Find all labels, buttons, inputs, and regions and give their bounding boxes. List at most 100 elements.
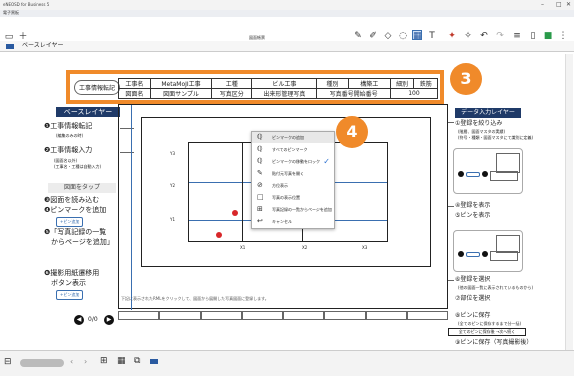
highlighter-icon[interactable]: ✐ xyxy=(368,31,378,41)
menu-item-add-pin[interactable]: ℚ ピンマークの追加 xyxy=(252,132,334,143)
tap-item-1: ❸図面を読み込む xyxy=(44,196,100,204)
minimize-button[interactable]: – xyxy=(541,2,544,8)
page-slider[interactable] xyxy=(20,359,64,367)
save-all-pins-button[interactable]: 全てのピンに保存後 →次へ続く xyxy=(448,328,526,336)
stamp-icon[interactable]: ✦ xyxy=(447,31,457,41)
prev-page-button[interactable]: ◀ xyxy=(74,315,84,325)
redo-icon[interactable]: ↷ xyxy=(495,31,505,41)
cell[interactable]: 図面サンプル xyxy=(149,88,213,99)
cell[interactable]: 100 xyxy=(389,88,439,99)
page-indicator: 0/0 xyxy=(88,316,98,323)
shape-icon[interactable]: ▦ xyxy=(412,30,422,41)
right-scrollbar[interactable] xyxy=(565,54,573,350)
mini-table xyxy=(496,153,520,173)
mini-button xyxy=(458,251,464,257)
thumbnail-icon[interactable]: ⊟ xyxy=(4,357,12,367)
context-menu: ℚ ピンマークの追加 ℚ すべてのピンマーク ℚ ピンマークの移動をロック ✓ ✎ 貼付… xyxy=(251,131,335,229)
tab-denshi-kokuban[interactable]: 電子黒板 xyxy=(3,11,19,15)
pin-icon: ℚ xyxy=(257,133,263,141)
text-icon[interactable]: T xyxy=(427,31,437,41)
info-transfer-label: 工事情報転記 xyxy=(79,85,116,92)
cell: 写真区分 xyxy=(211,88,253,99)
pin-marker[interactable] xyxy=(232,210,238,216)
right-item-6: ⑥登録を選択 xyxy=(455,276,491,283)
next-icon[interactable]: › xyxy=(84,357,87,366)
menu-item-cancel[interactable]: ↩ キャンセル xyxy=(252,216,334,227)
grid-x1 xyxy=(242,142,243,242)
menu-item-photo-position[interactable]: □ 写真の表示位置 xyxy=(252,192,334,203)
menu-item-all-pins[interactable]: ℚ すべてのピンマーク xyxy=(252,144,334,155)
footer-cell xyxy=(241,311,283,320)
footer-cell xyxy=(200,311,242,320)
axis-label-y1: Y1 xyxy=(170,217,175,222)
right-item-6-sub: (他の図面一覧に表示されているものから) xyxy=(458,285,534,290)
cell: 工事名 xyxy=(118,78,151,89)
page-icon[interactable]: ▯ xyxy=(528,31,538,41)
maximize-button[interactable]: □ xyxy=(556,2,562,8)
next-page-button[interactable]: ▶ xyxy=(104,315,114,325)
check-icon: ✓ xyxy=(323,157,330,166)
layer-name[interactable]: ベースレイヤー xyxy=(22,43,64,49)
menu-item-lock-pin[interactable]: ℚ ピンマークの移動をロック ✓ xyxy=(252,156,334,167)
mini-field xyxy=(490,251,518,261)
mini-button xyxy=(482,171,488,177)
tab-bar: 電子黒板 xyxy=(0,10,574,17)
cell: 図面名 xyxy=(118,88,151,99)
close-button[interactable]: ✕ xyxy=(566,2,571,8)
cell: 種別 xyxy=(316,78,349,89)
mini-field xyxy=(490,171,518,181)
right-item-7: ⑦部位を選択 xyxy=(455,295,491,302)
copy-icon[interactable]: ⧉ xyxy=(134,356,140,366)
connector-line xyxy=(448,206,454,207)
layers-icon[interactable]: ≡ xyxy=(512,31,522,41)
menu-item-add-page[interactable]: ⊞ 写真記録の一覧からページを追加 xyxy=(252,204,334,215)
footer-table xyxy=(118,311,448,320)
guide-line xyxy=(131,105,132,310)
color-icon[interactable]: ■ xyxy=(543,31,553,41)
cell[interactable]: ビル工事 xyxy=(251,78,318,89)
more-icon[interactable]: ⋮ xyxy=(558,31,568,41)
right-item-1-sub2: (符号・種類・図面マスタにて識別に定義) xyxy=(458,135,534,140)
connector-line xyxy=(448,122,454,123)
add-pin-button[interactable]: +ピン追加 xyxy=(56,217,84,227)
axis-label-x2: X2 xyxy=(302,245,308,250)
pen-icon[interactable]: ✎ xyxy=(353,31,363,41)
axis-label-y2: Y2 xyxy=(170,183,175,188)
eraser-icon[interactable]: ◇ xyxy=(383,31,393,41)
cell[interactable]: 出来形管理写真 xyxy=(251,88,318,99)
menu-item-direction[interactable]: ⊘ 方位表示 xyxy=(252,180,334,191)
grid-icon[interactable]: ▦ xyxy=(117,356,126,366)
title-bar: eNEOSD for Business 5 – □ ✕ xyxy=(0,0,574,10)
lasso-icon[interactable]: ◌ xyxy=(398,31,408,41)
layer-icon[interactable] xyxy=(6,44,14,49)
add-page-icon: ⊞ xyxy=(257,205,263,213)
right-item-8: ⑧ピンに保存 xyxy=(455,312,491,319)
mini-pill xyxy=(466,172,480,177)
axis-label-x3: X3 xyxy=(362,245,368,250)
info-transfer-badge[interactable]: 工事情報転記 xyxy=(74,80,121,95)
cell[interactable]: 構築工 xyxy=(347,78,391,89)
info-table: 工事名 MetaMoJI工事 工種 ビル工事 種別 構築工 細別 鉄筋 図面名 … xyxy=(118,78,439,99)
prev-icon[interactable]: ‹ xyxy=(70,357,73,366)
doc-title: 図面帳票 xyxy=(249,35,265,40)
add-page-icon[interactable]: ⊞ xyxy=(100,356,108,366)
pin-marker[interactable] xyxy=(216,232,222,238)
cell: 工種 xyxy=(211,78,253,89)
undo-icon[interactable]: ↶ xyxy=(479,31,489,41)
callout-4: 4 xyxy=(336,116,368,148)
add-pin-button-2[interactable]: +ピン追加 xyxy=(56,290,84,300)
app-title: eNEOSD for Business 5 xyxy=(3,2,50,7)
cell[interactable]: 鉄筋 xyxy=(413,78,438,89)
menu-item-open-photo[interactable]: ✎ 貼付元写真を開く xyxy=(252,168,334,179)
screen-illustration-1 xyxy=(453,148,523,194)
tap-item-3: ❺「写真記録の一覧 からページを追加」 xyxy=(44,228,114,246)
right-item-1: ①登録を絞り込み xyxy=(455,120,503,127)
cell: 細別 xyxy=(389,78,415,89)
right-item-9: ⑨ピンに保存（写真撮影後） xyxy=(455,339,533,346)
marker-icon[interactable]: ✧ xyxy=(463,31,473,41)
tap-item-2: ❹ピンマークを追加 xyxy=(44,206,107,214)
footer-cell xyxy=(365,311,407,320)
cell[interactable]: MetaMoJI工事 xyxy=(149,78,213,89)
layer-icon[interactable] xyxy=(150,359,158,364)
right-item-5: ⑤ピンを表示 xyxy=(455,212,491,219)
